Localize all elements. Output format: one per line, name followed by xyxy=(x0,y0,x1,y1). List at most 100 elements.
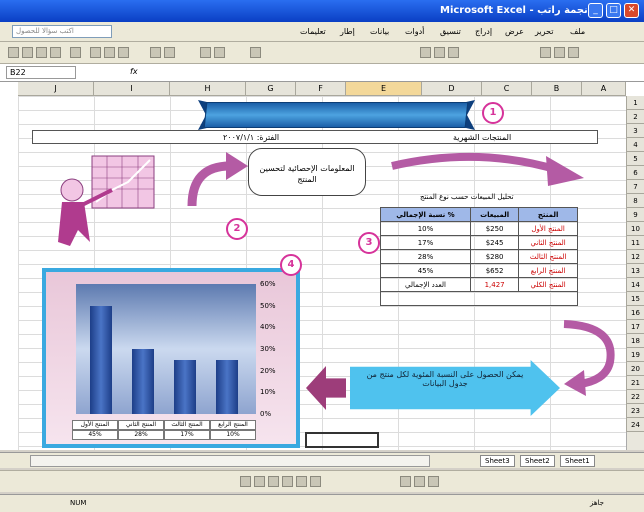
row-header[interactable]: 11 xyxy=(626,236,644,250)
horizontal-scrollbar[interactable] xyxy=(30,455,430,467)
row-header[interactable]: 23 xyxy=(626,404,644,418)
cut-icon[interactable] xyxy=(90,47,101,58)
fill-color-icon[interactable] xyxy=(400,476,411,487)
ask-question-box[interactable]: اكتب سؤالا للحصول xyxy=(12,25,112,38)
row-header[interactable]: 3 xyxy=(626,124,644,138)
oval-icon[interactable] xyxy=(282,476,293,487)
line-color-icon[interactable] xyxy=(414,476,425,487)
wordart-icon[interactable] xyxy=(310,476,321,487)
row-header[interactable]: 9 xyxy=(626,208,644,222)
paste-icon[interactable] xyxy=(118,47,129,58)
column-header[interactable]: E xyxy=(346,82,422,96)
cell[interactable]: العدد الإجمالي xyxy=(380,277,471,292)
row-header[interactable]: 12 xyxy=(626,250,644,264)
arrow-icon[interactable] xyxy=(254,476,265,487)
tab-sheet1[interactable]: Sheet1 xyxy=(560,455,595,467)
bold-icon[interactable] xyxy=(420,47,431,58)
open-icon[interactable] xyxy=(22,47,33,58)
row-header[interactable]: 10 xyxy=(626,222,644,236)
table-row: 17% $245 المنتج الثاني xyxy=(380,235,578,250)
cell[interactable]: 28% xyxy=(380,249,471,264)
row-header[interactable]: 17 xyxy=(626,320,644,334)
cell[interactable]: المنتج الثاني xyxy=(518,235,578,250)
chart-frame[interactable]: 0% 10% 20% 30% 40% 50% 60% المنتج الأول 45% المن… xyxy=(42,268,300,448)
row-header[interactable]: 2 xyxy=(626,110,644,124)
close-button[interactable]: ✕ xyxy=(624,3,639,18)
row-header[interactable]: 8 xyxy=(626,194,644,208)
copy-icon[interactable] xyxy=(104,47,115,58)
row-header[interactable]: 1 xyxy=(626,96,644,110)
sort-icon[interactable] xyxy=(214,47,225,58)
cell[interactable]: المنتج الأول xyxy=(518,221,578,236)
print-icon[interactable] xyxy=(50,47,61,58)
underline-icon[interactable] xyxy=(448,47,459,58)
cell[interactable]: المنتج الرابع xyxy=(518,263,578,278)
column-header[interactable]: J xyxy=(18,82,94,96)
row-header[interactable]: 22 xyxy=(626,390,644,404)
row-header[interactable]: 18 xyxy=(626,334,644,348)
menu-format[interactable]: تنسيق xyxy=(440,27,461,36)
tab-sheet3[interactable]: Sheet3 xyxy=(480,455,515,467)
chart-bar xyxy=(90,306,112,414)
row-header[interactable]: 7 xyxy=(626,180,644,194)
row-header[interactable]: 21 xyxy=(626,376,644,390)
column-header[interactable]: F xyxy=(296,82,346,96)
cell[interactable]: المنتج الثالث xyxy=(518,249,578,264)
align-right-icon[interactable] xyxy=(540,47,551,58)
minimize-button[interactable]: _ xyxy=(588,3,603,18)
cell[interactable]: $280 xyxy=(469,249,520,264)
column-header[interactable]: B xyxy=(532,82,582,96)
row-header[interactable]: 4 xyxy=(626,138,644,152)
row-header[interactable]: 24 xyxy=(626,418,644,432)
cell[interactable]: 45% xyxy=(380,263,471,278)
row-header[interactable]: 20 xyxy=(626,362,644,376)
column-header[interactable]: H xyxy=(170,82,246,96)
menu-view[interactable]: عرض xyxy=(505,27,524,36)
column-header[interactable]: C xyxy=(482,82,532,96)
cell[interactable]: $250 xyxy=(469,221,520,236)
column-header[interactable]: D xyxy=(422,82,482,96)
selected-cell-box[interactable] xyxy=(305,432,379,448)
italic-icon[interactable] xyxy=(434,47,445,58)
tab-sheet2[interactable]: Sheet2 xyxy=(520,455,555,467)
menu-window[interactable]: إطار xyxy=(340,27,355,36)
cell[interactable]: $652 xyxy=(469,263,520,278)
align-left-icon[interactable] xyxy=(568,47,579,58)
cell[interactable]: $245 xyxy=(469,235,520,250)
spell-icon[interactable] xyxy=(70,47,81,58)
menu-file[interactable]: ملف xyxy=(570,27,585,36)
undo-icon[interactable] xyxy=(150,47,161,58)
column-header[interactable]: I xyxy=(94,82,170,96)
row-header[interactable]: 14 xyxy=(626,278,644,292)
row-header[interactable]: 13 xyxy=(626,264,644,278)
menu-tools[interactable]: أدوات xyxy=(405,27,424,36)
chart-wizard-icon[interactable] xyxy=(250,47,261,58)
line-icon[interactable] xyxy=(240,476,251,487)
row-header[interactable]: 15 xyxy=(626,292,644,306)
menu-help[interactable]: تعليمات xyxy=(300,27,326,36)
menu-data[interactable]: بيانات xyxy=(370,27,389,36)
column-header[interactable]: A xyxy=(582,82,626,96)
save-icon[interactable] xyxy=(36,47,47,58)
new-icon[interactable] xyxy=(8,47,19,58)
redo-icon[interactable] xyxy=(164,47,175,58)
cell[interactable]: 1,427 xyxy=(469,277,520,292)
cell[interactable]: 10% xyxy=(380,221,471,236)
font-color-icon[interactable] xyxy=(428,476,439,487)
menu-edit[interactable]: تحرير xyxy=(535,27,553,36)
row-header[interactable]: 19 xyxy=(626,348,644,362)
row-header[interactable]: 6 xyxy=(626,166,644,180)
align-center-icon[interactable] xyxy=(554,47,565,58)
name-box[interactable]: B22 xyxy=(6,66,76,79)
menu-insert[interactable]: إدراج xyxy=(475,27,492,36)
column-header[interactable]: G xyxy=(246,82,296,96)
textbox-icon[interactable] xyxy=(296,476,307,487)
row-header[interactable]: 16 xyxy=(626,306,644,320)
cell[interactable]: 17% xyxy=(380,235,471,250)
cell[interactable]: المنتج الكلي xyxy=(518,277,578,292)
row-header[interactable]: 5 xyxy=(626,152,644,166)
maximize-button[interactable]: □ xyxy=(606,3,621,18)
rectangle-icon[interactable] xyxy=(268,476,279,487)
sum-icon[interactable] xyxy=(200,47,211,58)
standard-toolbar xyxy=(0,42,644,64)
